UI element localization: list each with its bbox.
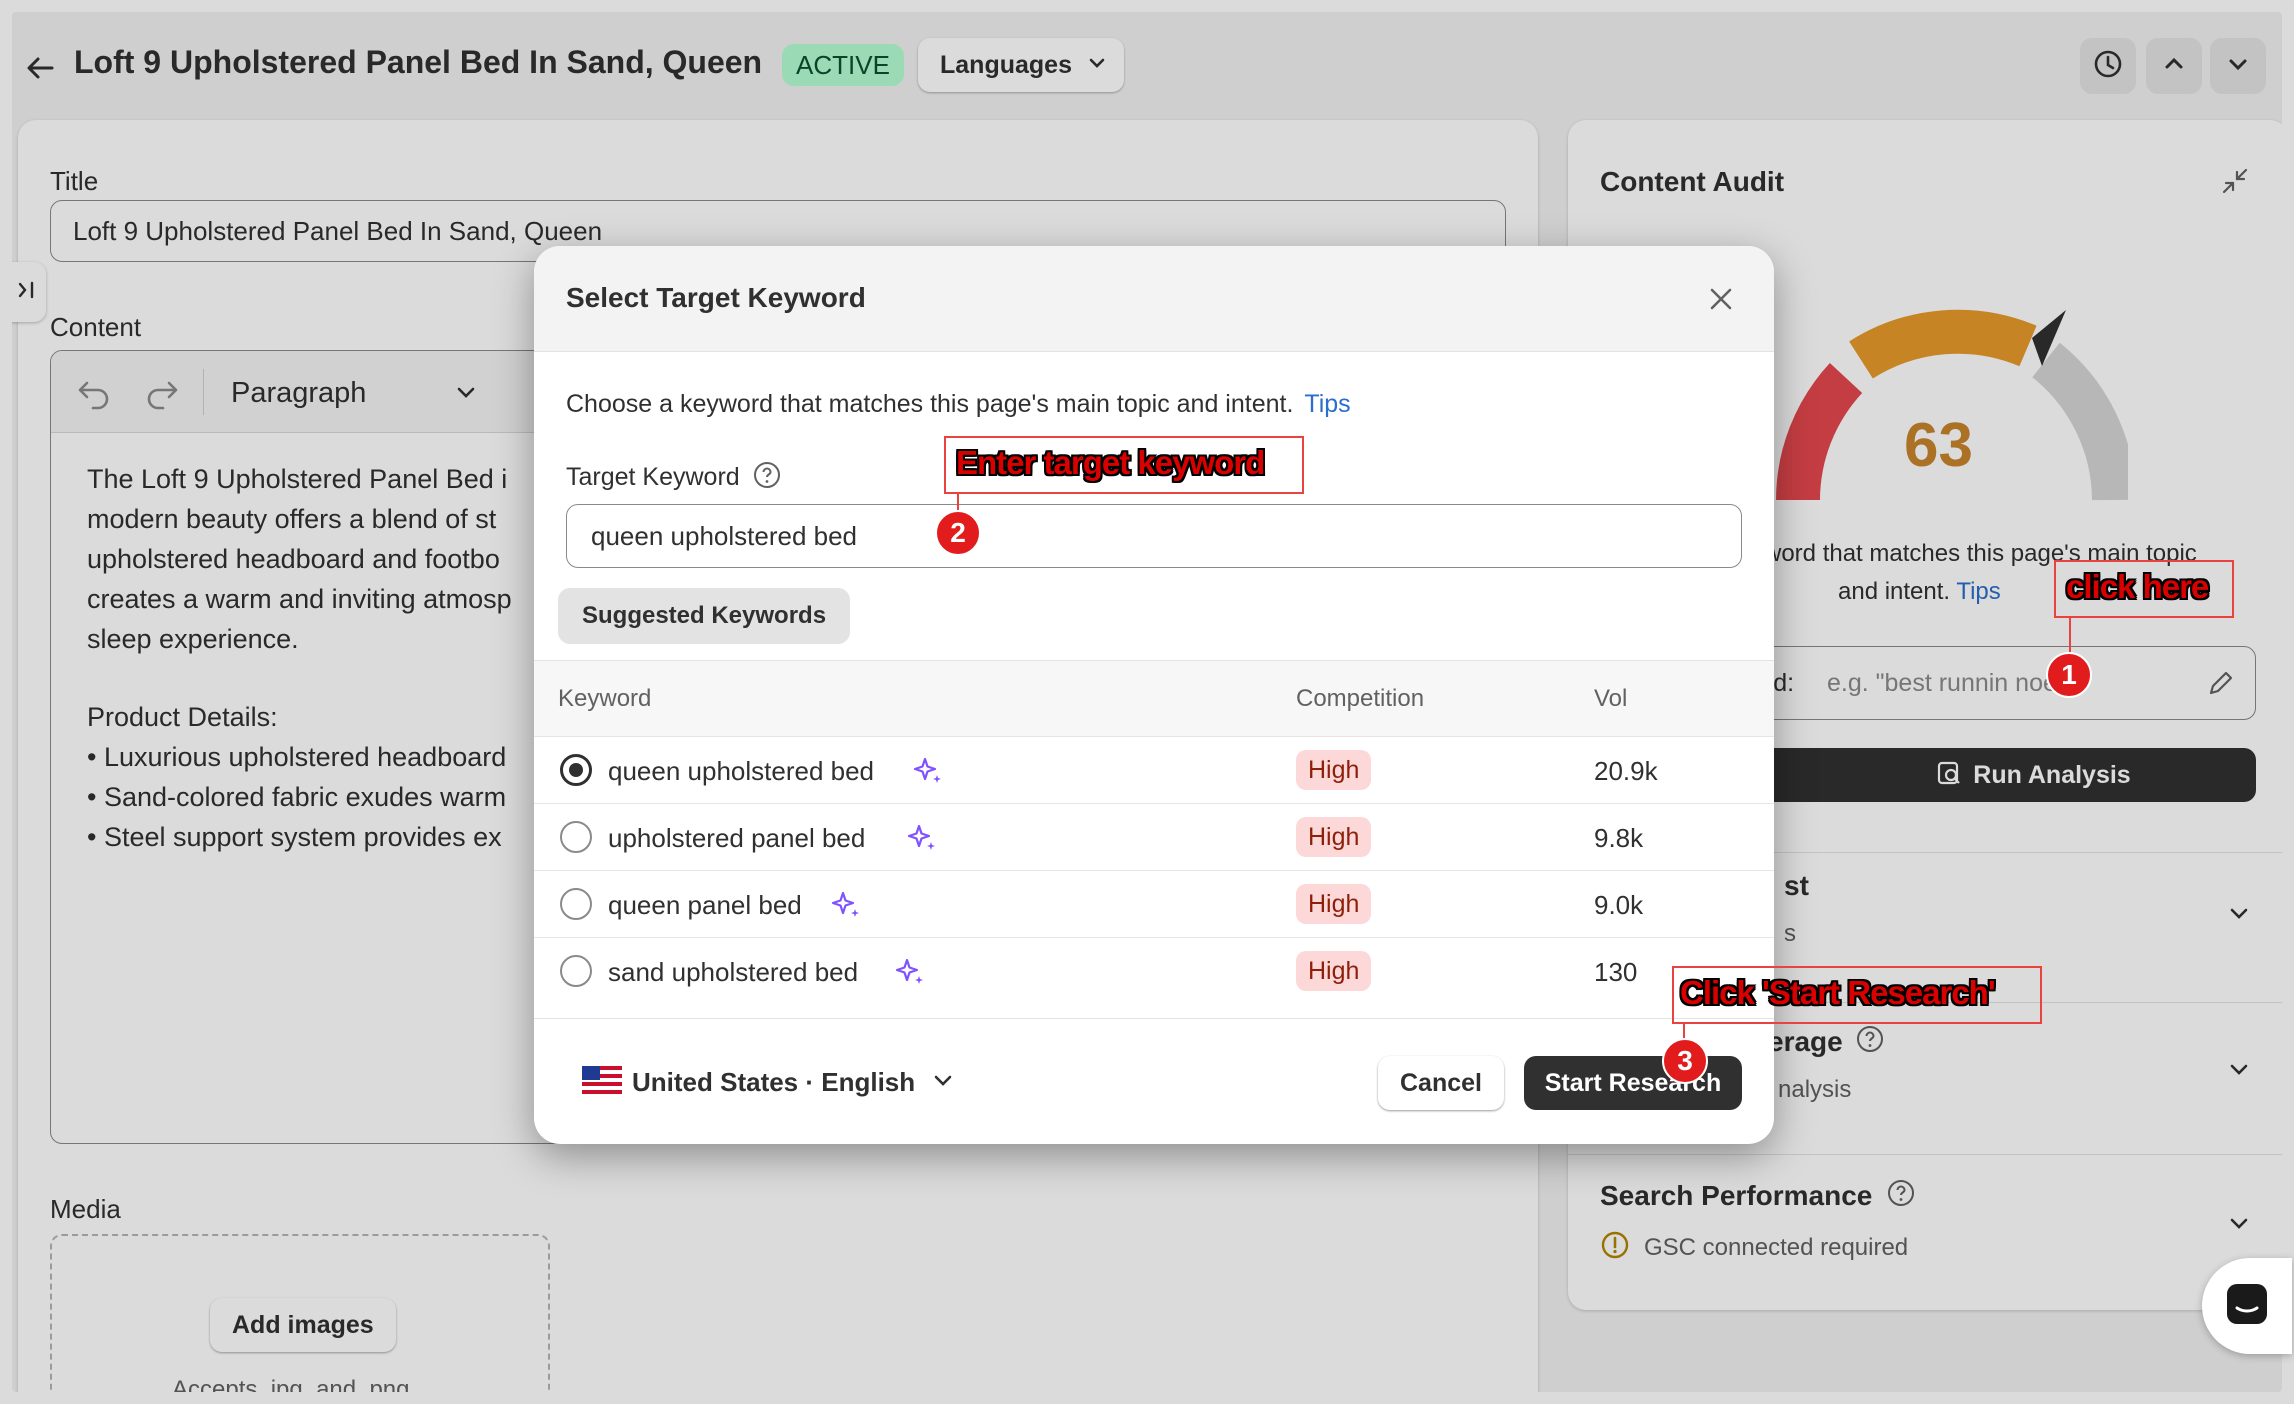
close-icon[interactable] [1706,284,1736,319]
annotation-step2-text: Enter target keyword [956,444,1265,481]
annotation-step1-text: click here [2066,568,2209,605]
sparkle-icon [894,956,926,993]
col-keyword: Keyword [558,685,652,712]
modal-title: Select Target Keyword [566,282,866,313]
keyword-table-header: Keyword Competition Vol [534,660,1774,736]
competition-badge: High [1296,884,1372,924]
annotation-step3-marker: 3 [1662,1038,1708,1084]
suggested-keywords-tab[interactable]: Suggested Keywords [558,588,851,644]
keyword-text: upholstered panel bed [608,823,866,853]
modal-description: Choose a keyword that matches this page'… [566,390,1351,419]
keyword-radio[interactable] [560,821,592,853]
select-target-keyword-modal: Select Target Keyword Choose a keyword t… [534,246,1774,1144]
annotation-step2-marker: 2 [935,510,981,556]
volume-text: 20.9k [1594,756,1658,786]
chat-launcher-button[interactable] [2202,1258,2292,1354]
chevron-down-icon [931,1068,955,1097]
competition-badge: High [1296,951,1372,991]
keyword-text: queen upholstered bed [608,756,875,786]
table-row[interactable]: queen upholstered bed High 20.9k [534,736,1774,803]
sparkle-icon [912,755,944,792]
keyword-radio[interactable] [560,955,592,987]
chat-icon [2224,1281,2270,1332]
keyword-radio-selected[interactable] [560,754,592,786]
start-research-button[interactable]: Start Research [1524,1056,1742,1110]
volume-text: 9.8k [1594,823,1644,853]
locale-selector[interactable]: United States · English [582,1066,955,1099]
annotation-step1-marker: 1 [2046,652,2092,698]
target-keyword-label-row: Target Keyword [566,460,782,495]
table-row[interactable]: queen panel bed High 9.0k [534,870,1774,937]
table-row[interactable]: upholstered panel bed High 9.8k [534,803,1774,870]
competition-badge: High [1296,750,1372,790]
table-row[interactable]: sand upholstered bed High 130 [534,937,1774,1004]
volume-text: 9.0k [1594,890,1644,920]
target-keyword-label: Target Keyword [566,463,740,491]
locale-label: United States · English [632,1067,916,1097]
help-icon[interactable] [752,460,782,495]
col-vol: Vol [1594,685,1628,712]
annotation-step3-text: Click 'Start Research' [1680,974,1996,1011]
keyword-radio[interactable] [560,888,592,920]
cancel-button[interactable]: Cancel [1378,1056,1504,1110]
modal-description-text: Choose a keyword that matches this page'… [566,390,1294,418]
keyword-text: queen panel bed [608,890,802,920]
keyword-text: sand upholstered bed [608,957,859,987]
target-keyword-value: queen upholstered bed [591,521,858,551]
competition-badge: High [1296,817,1372,857]
col-competition: Competition [1296,685,1425,712]
modal-tips-link[interactable]: Tips [1304,390,1350,418]
target-keyword-input[interactable]: queen upholstered bed [566,504,1742,568]
volume-text: 130 [1594,957,1638,987]
sparkle-icon [906,822,938,859]
sparkle-icon [830,889,862,926]
us-flag-icon [582,1066,622,1099]
